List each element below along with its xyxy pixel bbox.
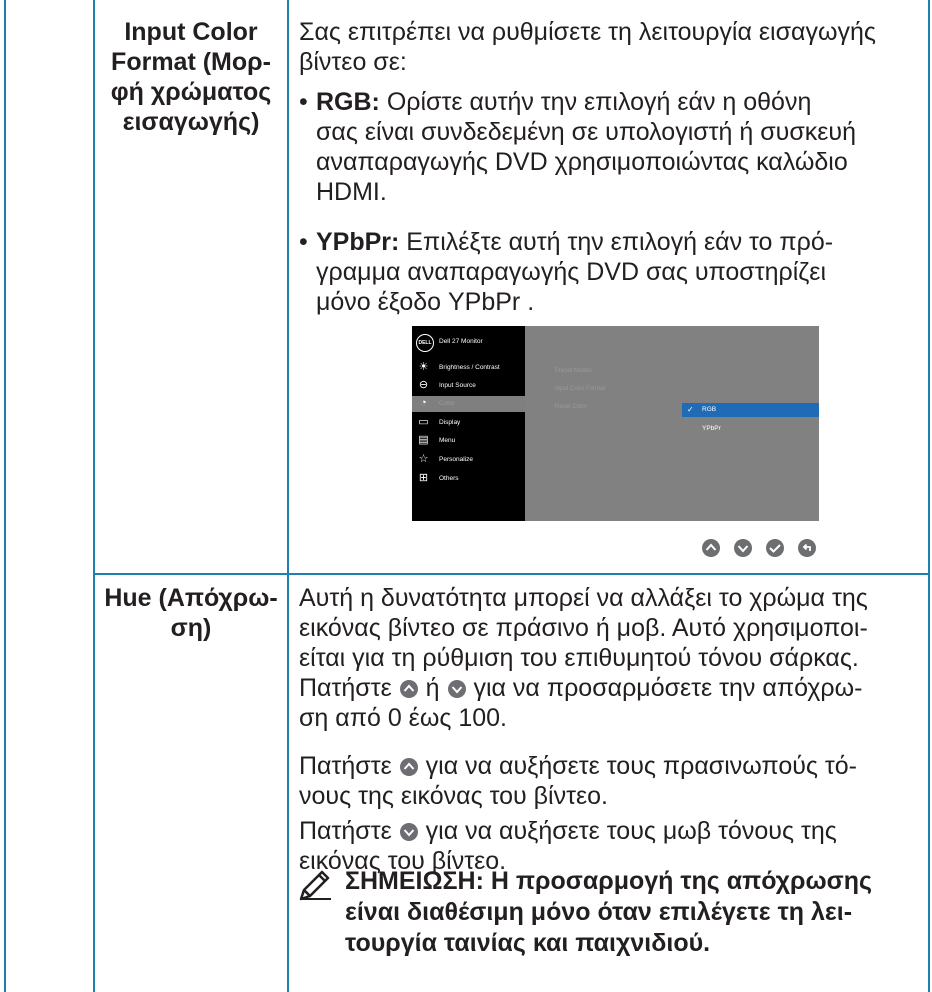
osd-menu-item-personalize[interactable]: ☆ Personalize — [412, 452, 525, 468]
up-button-icon — [399, 680, 418, 698]
table-border-col2 — [287, 0, 289, 992]
osd-input-color-format[interactable]: Input Color Format — [555, 386, 605, 392]
hue-description: Αυτή η δυνατότητα μπορεί να αλλάξει το χ… — [299, 584, 868, 732]
ypbpr-option-description: YPbPr: Επιλέξτε αυτή την επιλογή εάν το … — [316, 228, 834, 316]
osd-menu-item-display[interactable]: ▭ Display — [412, 415, 525, 431]
bullet-dot: • — [299, 228, 308, 256]
hue-increase-green: Πατήστε για να αυξήσετε τους πρασινωπούς… — [299, 752, 858, 810]
display-icon: ▭ — [418, 416, 429, 428]
rgb-option-description: RGB: Ορίστε αυτήν την επιλογή εάν η οθόν… — [316, 88, 857, 206]
input-color-format-intro: Σας επιτρέπει να ρυθμίσετε τη λειτουργία… — [299, 18, 876, 76]
osd-menu-item-brightness[interactable]: ☀ Brightness / Contrast — [412, 360, 525, 376]
table-border-left — [4, 0, 6, 992]
personalize-icon: ☆ — [418, 453, 429, 465]
others-icon: ⊞ — [418, 472, 429, 484]
check-icon: ✓ — [687, 405, 694, 414]
osd-title: Dell 27 Monitor — [439, 338, 483, 345]
osd-menu-item-menu[interactable]: ▤ Menu — [412, 433, 525, 449]
note-pencil-icon — [299, 870, 331, 901]
osd-menu-item-others[interactable]: ⊞ Others — [412, 471, 525, 487]
dell-logo: DELL — [416, 334, 434, 352]
hue-label: Hue (Απόχρω- ση) — [104, 584, 278, 642]
osd-option-rgb[interactable]: RGB — [702, 403, 716, 417]
brightness-icon: ☀ — [418, 361, 429, 373]
osd-reset-color[interactable]: Reset Color — [555, 404, 587, 410]
up-button-icon — [399, 758, 418, 776]
row-divider — [93, 573, 930, 575]
back-button-icon — [798, 539, 816, 557]
color-icon: ◔ — [420, 397, 427, 409]
input-color-format-label: Input Color Format (Μορ- φή χρώματος εισ… — [110, 18, 272, 136]
table-border-col1 — [93, 0, 95, 992]
menu-icon: ▤ — [418, 434, 429, 446]
up-button-icon — [702, 539, 720, 557]
down-button-icon — [399, 823, 418, 841]
osd-menu-item-input-source[interactable]: ⊖ Input Source — [412, 378, 525, 394]
confirm-button-icon — [766, 539, 784, 557]
osd-option-ypbpr[interactable]: YPbPr — [702, 422, 721, 436]
down-button-icon — [447, 680, 466, 698]
osd-menu-item-color[interactable]: ◔ Color — [412, 396, 525, 412]
down-button-icon — [734, 539, 752, 557]
table-border-right — [928, 0, 930, 992]
bullet-dot: • — [299, 88, 308, 116]
hue-note: ΣΗΜΕΙΩΣΗ: Η προσαρμογή της απόχρωσης είν… — [345, 867, 872, 957]
osd-screenshot: DELL Dell 27 Monitor ☀ Brightness / Cont… — [412, 326, 819, 521]
input-source-icon: ⊖ — [418, 379, 429, 391]
osd-preset-modes[interactable]: Preset Modes — [555, 368, 592, 374]
